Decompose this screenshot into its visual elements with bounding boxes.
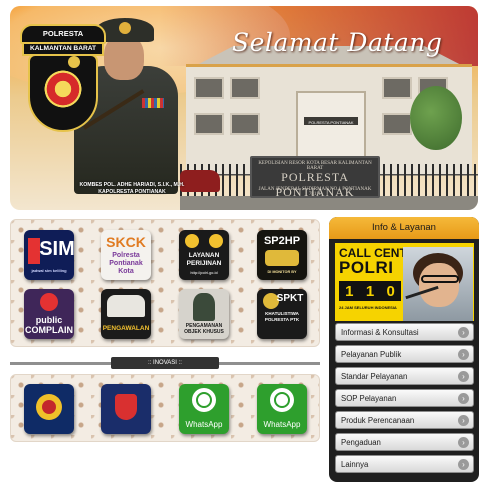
emblem-icon [44,70,82,108]
menu-label: Produk Perencanaan [341,416,415,425]
digit: 0 [386,282,395,300]
tile-skck[interactable]: SKCK Polresta Pontianak Kota [101,230,151,280]
inovasi-panel: WhatsApp WhatsApp [10,374,320,442]
chevron-right-icon: › [458,349,469,360]
digit: 1 [345,282,354,300]
whatsapp-button-1[interactable]: WhatsApp [179,384,229,434]
digit: 1 [365,282,375,300]
whatsapp-button-2[interactable]: WhatsApp [257,384,307,434]
tile-pengawalan-title: PENGAWALAN [102,325,150,332]
menu-label: Informasi & Konsultasi [341,328,419,337]
whatsapp-icon [274,392,290,408]
stone-sign: KEPOLISIAN RESOR KOTA BESAR KALIMANTAN B… [250,156,380,199]
tile-spkt[interactable]: SPKT KHATULISTIWA POLRESTA PTK [257,289,307,339]
tile-layanan-perijinan-title: LAYANAN PERIJINAN [186,252,222,267]
polresta-logo[interactable]: POLRESTA PONTIANAK KALMANTAN BARAT [20,14,108,134]
chevron-right-icon: › [458,415,469,426]
tile-sp2hp[interactable]: SP2HP DI MONITOR BY [257,230,307,280]
tile-public-complain-title: public COMPLAIN [25,315,73,335]
call-center-number: 1 1 0 [339,281,401,301]
tile-skck-title: SKCK [106,234,146,250]
inovasi-tile-2[interactable] [101,384,151,434]
tile-sp2hp-subtitle: DI MONITOR BY [267,270,297,274]
tile-sim-title: SIM [39,238,74,260]
call-center-line3: 24 JAM SELURUH INDONESIA [339,305,397,310]
whatsapp-1-label: WhatsApp [185,420,223,429]
menu-label: Pengaduan [341,438,381,447]
tile-spkt-title: SPKT [276,293,304,304]
tile-layanan-perijinan-subtitle: http://polri.go.id [190,271,218,275]
chevron-right-icon: › [458,393,469,404]
service-tiles-panel: SIM jadwal sim keliling SKCK Polresta Po… [10,219,320,347]
menu-produk-perencanaan[interactable]: Produk Perencanaan › [335,411,474,429]
menu-sop-pelayanan[interactable]: SOP Pelayanan › [335,389,474,407]
star-icon [68,56,80,68]
tile-pengawalan[interactable]: PENGAWALAN [101,289,151,339]
tile-pengamanan-objek-khusus[interactable]: PENGAMANAN OBJEK KHUSUS [179,289,229,339]
officer-caption: KOMBES POL. ADHE HARIADI, S.I.K., M.H. K… [68,182,196,196]
building-photo: POLRESTA PONTIANAK KEPOLISIAN RESOR KOTA… [180,46,478,210]
tile-sim-subtitle: jadwal sim keliling [31,268,67,273]
chevron-right-icon: › [458,371,469,382]
whatsapp-icon [196,392,212,408]
menu-pelayanan-publik[interactable]: Pelayanan Publik › [335,345,474,363]
medal-ribbons [142,98,164,108]
menu-informasi-konsultasi[interactable]: Informasi & Konsultasi › [335,323,474,341]
menu-label: Pelayanan Publik [341,350,402,359]
menu-label: Lainnya [341,460,369,469]
tile-public-complain[interactable]: public COMPLAIN [24,289,74,339]
info-layanan-panel: Info & Layanan CALL CENTER POLRI 1 1 0 2… [329,217,479,482]
tile-layanan-perijinan[interactable]: LAYANAN PERIJINAN http://polri.go.id [179,230,229,280]
tree [410,86,462,150]
menu-label: SOP Pelayanan [341,394,397,403]
inovasi-tile-1[interactable] [24,384,74,434]
welcome-heading: Selamat Datang [232,28,443,57]
info-layanan-title: Info & Layanan [329,217,479,239]
stone-sign-line3: JALAN JENDERAL SUDIRMAN NO.1 PONTIANAK 7… [258,187,372,197]
chevron-right-icon: › [458,459,469,470]
tile-spkt-subtitle: KHATULISTIWA POLRESTA PTK [264,311,300,322]
header-banner: POLRESTA PONTIANAK KEPOLISIAN RESOR KOTA… [10,6,478,210]
operator-photo [403,247,473,321]
building-sign-text: POLRESTA PONTIANAK [308,120,354,125]
cap-badge-icon [119,22,131,34]
menu-pengaduan[interactable]: Pengaduan › [335,433,474,451]
chevron-right-icon: › [458,437,469,448]
tile-sp2hp-title: SP2HP [263,235,301,247]
tile-skck-subtitle: Polresta Pontianak Kota [109,252,143,275]
inovasi-label: :: INOVASI :: [111,357,219,369]
call-center-line2: POLRI [339,258,394,277]
whatsapp-2-label: WhatsApp [263,420,301,429]
inovasi-divider: :: INOVASI :: [10,357,320,369]
shield-icon [28,54,98,132]
tile-pengamanan-title: PENGAMANAN OBJEK KHUSUS [184,323,224,335]
chevron-right-icon: › [458,327,469,338]
officer-title: KAPOLRESTA PONTIANAK [98,189,166,195]
officer-name: KOMBES POL. ADHE HARIADI, S.I.K., M.H. [79,182,185,188]
call-center-banner[interactable]: CALL CENTER POLRI 1 1 0 24 JAM SELURUH I… [335,243,474,321]
menu-standar-pelayanan[interactable]: Standar Pelayanan › [335,367,474,385]
logo-title: POLRESTA PONTIANAK [20,24,106,54]
menu-lainnya[interactable]: Lainnya › [335,455,474,473]
menu-label: Standar Pelayanan [341,372,408,381]
tile-sim[interactable]: SIM jadwal sim keliling [24,230,74,280]
